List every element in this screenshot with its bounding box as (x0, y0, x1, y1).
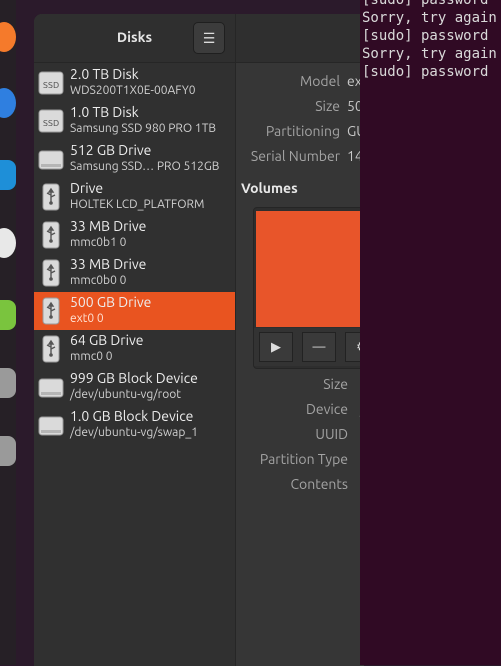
partitioning-label: Partitioning (265, 123, 340, 139)
size-label: Size (315, 98, 340, 114)
disk-subtitle: HOLTEK LCD_PLATFORM (70, 198, 205, 211)
terminal-window[interactable]: [sudo] password Sorry, try again [sudo] pa… (360, 0, 501, 665)
partition-block[interactable] (256, 211, 364, 327)
disk-subtitle: Samsung SSD 980 PRO 1TB (70, 122, 216, 135)
partition-type-label: Partition Type (259, 451, 348, 467)
disk-list: SSD 2.0 TB Disk WDS200T1X0E-00AFY0 SSD 1.0 T… (34, 64, 235, 444)
mount-button[interactable]: ▶ (259, 332, 293, 362)
disk-item[interactable]: 33 MB Drive mmc0b0 0 (34, 254, 235, 292)
usb-icon (38, 335, 64, 363)
disk-name: Drive (70, 180, 104, 196)
disk-subtitle: mmc0b1 0 (70, 236, 127, 249)
disk-item[interactable]: Drive HOLTEK LCD_PLATFORM (34, 178, 235, 216)
drive-dock-icon[interactable] (0, 368, 16, 398)
contents-label: Contents (290, 476, 348, 492)
disk-name: 512 GB Drive (70, 142, 152, 158)
ssd-icon: SSD (38, 107, 64, 135)
disk-item[interactable]: SSD 2.0 TB Disk WDS200T1X0E-00AFY0 (34, 64, 235, 102)
disk-name: 1.0 TB Disk (70, 104, 139, 120)
disk-name: 2.0 TB Disk (70, 66, 139, 82)
disk-name: 33 MB Drive (70, 256, 147, 272)
disk-sidebar: Disks ☰ SSD 2.0 TB Disk WDS200T1X0E-00AFY0… (34, 14, 236, 666)
volume-toolbar: ▶ — ⚙ (254, 328, 364, 366)
volumes-title: Volumes (241, 180, 298, 196)
device-label: Device (305, 401, 348, 417)
drive-icon (38, 411, 64, 439)
drive-icon (38, 145, 64, 173)
menu-button[interactable]: ☰ (193, 22, 225, 54)
terminal-line: [sudo] password (362, 0, 489, 8)
disk-item[interactable]: 999 GB Block Device/dev/ubuntu-vg/root (34, 368, 235, 406)
svg-text:SSD: SSD (43, 81, 59, 90)
details-header (236, 14, 364, 63)
uuid-label: UUID (315, 426, 348, 442)
disk-subtitle: /dev/ubuntu-vg/swap_1 (70, 426, 199, 439)
disk-item[interactable]: 512 GB Drive Samsung SSD… PRO 512GB (34, 140, 235, 178)
usb-icon (38, 183, 64, 211)
serial-number-label: Serial Number (250, 148, 340, 164)
sidebar-header: Disks ☰ (34, 14, 235, 63)
disk-subtitle: mmc0 0 (70, 350, 113, 363)
disk-item[interactable]: 33 MB Drive mmc0b1 0 (34, 216, 235, 254)
editor-icon[interactable] (0, 160, 16, 190)
volumes-graphic: ▶ — ⚙ (253, 207, 364, 369)
disk-name: 500 GB Drive (70, 294, 152, 310)
firefox-icon[interactable] (0, 22, 16, 52)
disk-subtitle: /dev/ubuntu-vg/root (70, 388, 181, 401)
disk-subtitle: WDS200T1X0E-00AFY0 (70, 84, 196, 97)
disk-item[interactable]: 1.0 GB Block Device/dev/ubuntu-vg/swap_1 (34, 406, 235, 444)
disk-name: 64 GB Drive (70, 332, 144, 348)
volume-size-label: Size (323, 376, 348, 392)
disk-item[interactable]: 500 GB Drive ext0 0 (34, 292, 235, 330)
app-green-icon[interactable] (0, 300, 16, 330)
disk-name: 33 MB Drive (70, 218, 147, 234)
terminal-line: [sudo] password (362, 64, 489, 80)
drive-icon (38, 373, 64, 401)
terminal-line: Sorry, try again (362, 46, 497, 62)
usb-icon (38, 221, 64, 249)
disk-subtitle: mmc0b0 0 (70, 274, 127, 287)
disk-subtitle: Samsung SSD… PRO 512GB (70, 160, 220, 173)
thunderbird-icon[interactable] (0, 88, 16, 118)
terminal-line: Sorry, try again (362, 10, 497, 26)
usb-icon (38, 259, 64, 287)
terminal-line: [sudo] password (362, 28, 489, 44)
model-label: Model (300, 73, 340, 89)
remove-partition-button[interactable]: — (302, 332, 336, 362)
usb-icon (38, 297, 64, 325)
svg-text:SSD: SSD (43, 119, 59, 128)
details-pane: Model ex Size 50 Partitioning GU Serial … (236, 14, 364, 666)
disk-item[interactable]: SSD 1.0 TB Disk Samsung SSD 980 PRO 1TB (34, 102, 235, 140)
disk-item[interactable]: 64 GB Drive mmc0 0 (34, 330, 235, 368)
disks-window: Disks ☰ SSD 2.0 TB Disk WDS200T1X0E-00AFY0… (34, 14, 364, 666)
ssd-icon: SSD (38, 69, 64, 97)
help-icon[interactable] (0, 228, 16, 258)
drive-dock-icon-2[interactable] (0, 436, 16, 466)
disk-name: 1.0 GB Block Device (70, 408, 194, 424)
disk-name: 999 GB Block Device (70, 370, 198, 386)
dock (0, 0, 16, 665)
disk-subtitle: ext0 0 (70, 312, 104, 325)
